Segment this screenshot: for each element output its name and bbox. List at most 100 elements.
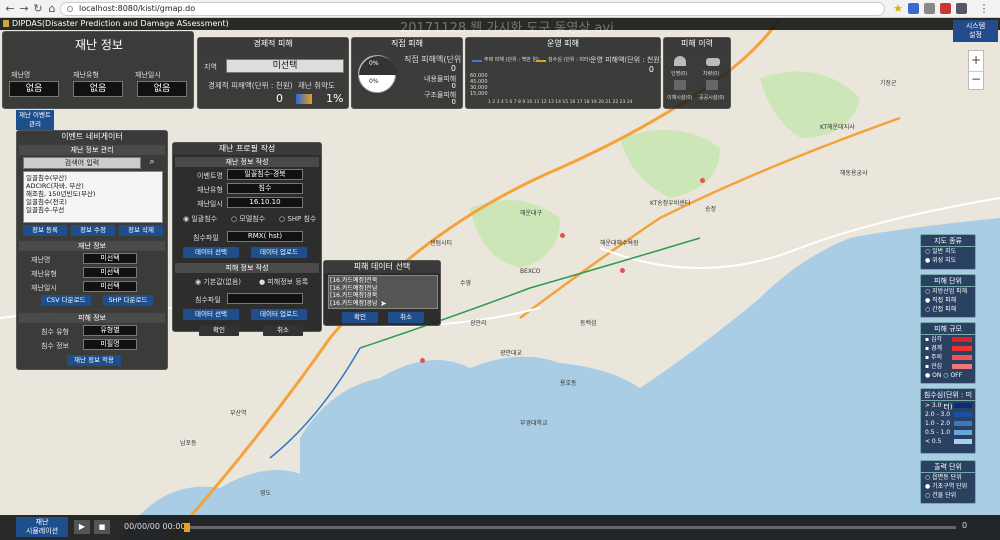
field-value: 미선택 — [83, 281, 137, 292]
map-label: 해동용궁사 — [840, 170, 868, 177]
cancel-button[interactable]: 취소 — [263, 325, 303, 336]
simulation-tab[interactable]: 재난 시뮬레이션 — [16, 517, 68, 537]
home-icon[interactable]: ⌂ — [46, 3, 58, 15]
map-marker[interactable] — [620, 268, 625, 273]
data-upload-button[interactable]: 데이터 업로드 — [251, 309, 307, 320]
extension-icon[interactable] — [908, 3, 919, 14]
extension-icon[interactable] — [956, 3, 967, 14]
settings-button[interactable]: 시스템 설정 — [953, 20, 998, 42]
radio-option[interactable]: ◉ 일괄침수 — [183, 214, 217, 224]
search-input[interactable]: 검색어 입력 — [23, 157, 141, 169]
reload-icon[interactable]: ↻ — [32, 3, 44, 15]
legend-label: 1.0 - 2.0 — [925, 420, 951, 427]
file-input[interactable] — [227, 293, 303, 304]
play-icon[interactable]: ▶ — [74, 520, 90, 534]
radio-option[interactable]: ● 기초구역 단위 — [921, 482, 975, 491]
color-swatch — [954, 430, 972, 435]
region-select[interactable]: 미선택 — [226, 59, 344, 73]
timeline-slider[interactable] — [184, 523, 956, 532]
back-icon[interactable]: ← — [4, 3, 16, 15]
radio-label: 피해정보 등록 — [267, 278, 309, 286]
toggle-on[interactable]: ON — [932, 372, 941, 379]
list-item[interactable]: 해조침, 150년빈도(부산) — [26, 190, 160, 198]
color-swatch — [952, 346, 972, 351]
zoom-out-button[interactable]: − — [969, 71, 983, 89]
region-label: 지역 — [204, 63, 217, 71]
history-label: 차량(0) — [703, 71, 720, 77]
car-icon[interactable] — [706, 58, 720, 66]
radio-option[interactable]: ○ 읍면동 단위 — [921, 473, 975, 482]
field-input[interactable]: 침수 — [227, 183, 303, 194]
info-value: 없음 — [9, 81, 59, 97]
field-value[interactable]: 미필명 — [83, 339, 137, 350]
stop-icon[interactable]: ■ — [94, 520, 110, 534]
extension-icon[interactable] — [940, 3, 951, 14]
zoom-in-button[interactable]: + — [969, 51, 983, 71]
shp-download-button[interactable]: SHP 다운로드 — [103, 295, 153, 306]
radio-option[interactable]: ◉ 기본값(없음) — [195, 277, 241, 287]
section-header: 피해 정보 작성 — [175, 263, 319, 273]
radio-option[interactable]: ○ 간접 피해 — [921, 305, 975, 314]
delete-button[interactable]: 정보 삭제 — [119, 225, 163, 236]
radio-option[interactable]: ● 위성 지도 — [921, 256, 975, 265]
list-item[interactable]: 일꼴침수(부산) — [26, 174, 160, 182]
data-select-button[interactable]: 데이터 선택 — [183, 247, 239, 258]
data-select-button[interactable]: 데이터 선택 — [183, 309, 239, 320]
list-item[interactable]: 일꼴침수(전국) — [26, 198, 160, 206]
event-management-tab[interactable]: 재난 이벤트 관리 — [16, 110, 54, 130]
color-swatch — [954, 421, 972, 426]
bookmark-star-icon[interactable]: ★ — [892, 3, 904, 15]
radio-option[interactable]: ● 직접 피해 — [921, 296, 975, 305]
list-item[interactable]: [16.카드예정]전북 — [330, 277, 436, 285]
field-input[interactable]: 16.10.10 — [227, 197, 303, 208]
apply-button[interactable]: 재난 정보 적용 — [67, 355, 121, 366]
extension-icon[interactable] — [924, 3, 935, 14]
map-label: 광안대교 — [500, 350, 523, 357]
list-item[interactable]: 일꼴침수-부선 — [26, 206, 160, 214]
gauge-icon — [296, 94, 312, 104]
map-marker[interactable] — [560, 233, 565, 238]
map-label: 해운대해수욕장 — [600, 240, 639, 247]
color-swatch — [954, 403, 972, 408]
map-label: 기장군 — [880, 80, 897, 87]
radio-option[interactable]: ○ 지방산업 피해 — [921, 287, 975, 296]
public-facility-icon[interactable] — [706, 80, 718, 90]
data-upload-button[interactable]: 데이터 업로드 — [251, 247, 307, 258]
people-icon[interactable] — [674, 56, 686, 66]
field-input[interactable]: 일꼴침수-경북 — [227, 169, 303, 180]
radio-option[interactable]: ○ 모델침수 — [231, 214, 265, 224]
radio-label: 읍면동 단위 — [932, 474, 962, 481]
map-label: 부경대학교 — [520, 420, 548, 427]
event-list[interactable]: 일꼴침수(부산) ADCIRC(차바, 부산) 해조침, 150년빈도(부산) … — [23, 171, 163, 223]
map-label: KT송정우비센터 — [650, 200, 691, 207]
on-off-toggle[interactable]: ● ON ○ OFF — [921, 371, 975, 380]
map-marker[interactable] — [700, 178, 705, 183]
toggle-off[interactable]: OFF — [950, 372, 962, 379]
slider-handle[interactable] — [184, 523, 190, 532]
confirm-button[interactable]: 확인 — [199, 325, 239, 336]
address-bar[interactable]: localhost:8080/kisti/gmap.do — [60, 2, 885, 16]
menu-icon[interactable]: ⋮ — [978, 3, 990, 15]
forward-icon[interactable]: → — [18, 3, 30, 15]
confirm-button[interactable]: 확인 — [342, 312, 378, 323]
frame-counter: 0 — [962, 521, 968, 530]
info-value: 없음 — [137, 81, 187, 97]
radio-label: 직접 피해 — [932, 297, 957, 304]
file-input[interactable]: RMX( hst) — [227, 231, 303, 242]
list-item[interactable]: ADCIRC(차바, 부산) — [26, 182, 160, 190]
edit-button[interactable]: 정보 수정 — [71, 225, 115, 236]
radio-option[interactable]: ● 피해정보 등록 — [259, 277, 308, 287]
register-button[interactable]: 정보 등록 — [23, 225, 67, 236]
csv-download-button[interactable]: CSV 다운로드 — [41, 295, 91, 306]
map-marker[interactable] — [420, 358, 425, 363]
shelter-icon[interactable] — [674, 80, 686, 90]
radio-option[interactable]: ○ 건물 단위 — [921, 491, 975, 500]
radio-option[interactable]: ○ 일반 지도 — [921, 247, 975, 256]
history-label: 인명(0) — [671, 71, 688, 77]
cancel-button[interactable]: 취소 — [388, 312, 424, 323]
radio-option[interactable]: ○ SHP 침수 — [279, 214, 316, 224]
list-item[interactable]: [16.카드예정]전남 — [330, 285, 436, 293]
search-icon[interactable]: ⌕ — [143, 157, 161, 169]
field-value[interactable]: 유형별 — [83, 325, 137, 336]
field-label: 침수 정보 — [41, 342, 69, 350]
